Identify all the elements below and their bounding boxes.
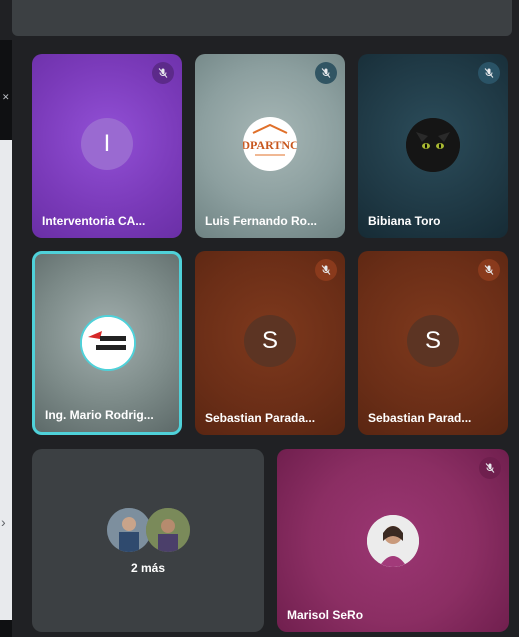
- top-bar: [12, 0, 512, 36]
- participant-tile-mario-rodriguez[interactable]: Ing. Mario Rodrig...: [32, 251, 182, 435]
- background-document: [0, 140, 12, 620]
- avatar: S: [407, 315, 459, 367]
- participant-tile-sebastian-parada-1[interactable]: S Sebastian Parada...: [195, 251, 345, 435]
- participant-name: Bibiana Toro: [368, 214, 441, 228]
- participant-name: Sebastian Parad...: [368, 411, 472, 425]
- avatar-initial: S: [261, 327, 278, 354]
- overflow-participants-tile[interactable]: 2 más: [32, 449, 264, 632]
- avatar: [107, 508, 151, 552]
- avatar: [146, 508, 190, 552]
- mic-off-icon: [479, 457, 501, 479]
- mic-off-icon: [478, 62, 500, 84]
- overflow-count-label: 2 más: [130, 561, 166, 575]
- avatar: DPARTNC: [243, 117, 297, 171]
- avatar-initial: I: [103, 130, 111, 157]
- close-icon: ✕: [2, 92, 10, 102]
- participant-name: Sebastian Parada...: [205, 411, 316, 425]
- mic-off-icon: [315, 259, 337, 281]
- background-window-edge: ✕ ›: [0, 40, 12, 637]
- participant-name: Luis Fernando Ro...: [205, 214, 318, 228]
- chevron-right-icon: ›: [1, 514, 6, 530]
- company-logo-text: DPARTNC: [243, 138, 297, 152]
- mic-off-icon: [478, 259, 500, 281]
- participant-tile-luis-fernando[interactable]: DPARTNC Luis Fernando Ro...: [195, 54, 345, 238]
- avatar-cat-photo: [406, 118, 460, 172]
- mic-off-icon: [315, 62, 337, 84]
- participant-name: Ing. Mario Rodrig...: [45, 408, 154, 422]
- avatar: [80, 315, 136, 371]
- avatar: S: [244, 315, 296, 367]
- participant-name: Marisol SeRo: [287, 608, 364, 622]
- participant-name: Interventoria CA...: [42, 214, 146, 228]
- avatar-initial: S: [424, 327, 441, 354]
- mic-off-icon: [152, 62, 174, 84]
- participant-tile-sebastian-parada-2[interactable]: S Sebastian Parad...: [358, 251, 508, 435]
- participant-tile-marisol-sero[interactable]: Marisol SeRo: [277, 449, 509, 632]
- participant-tile-bibiana-toro[interactable]: Bibiana Toro: [358, 54, 508, 238]
- avatar: I: [81, 118, 133, 170]
- participant-tile-interventoria[interactable]: I Interventoria CA...: [32, 54, 182, 238]
- avatar: [367, 515, 419, 567]
